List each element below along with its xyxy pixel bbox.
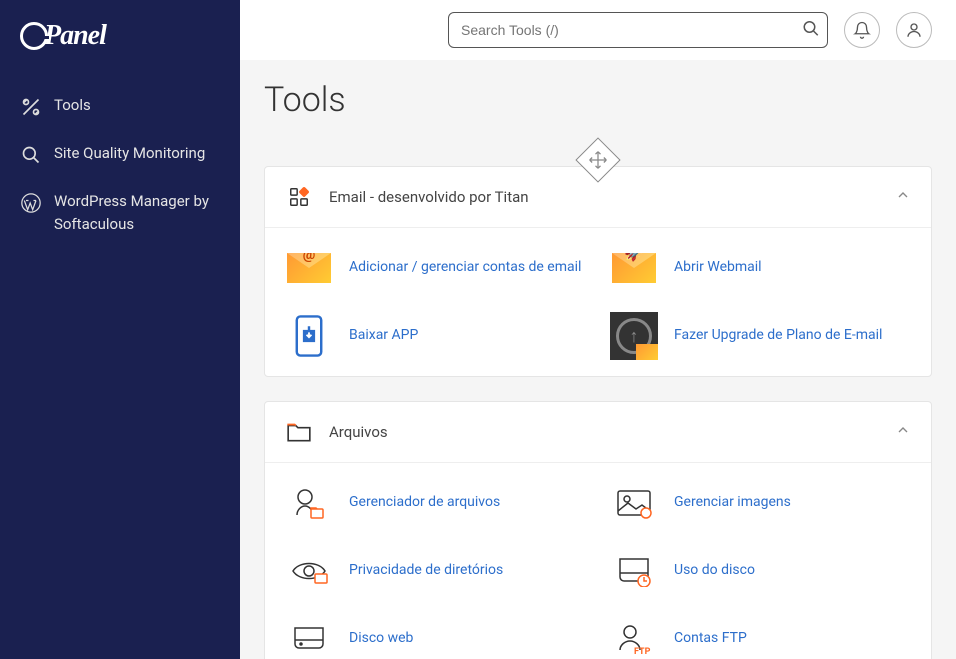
envelope-rocket-icon: 🚀: [610, 244, 658, 292]
tool-web-disk[interactable]: Disco web: [285, 615, 586, 659]
tool-label: Contas FTP: [674, 629, 747, 649]
sidebar-item-tools[interactable]: Tools: [0, 82, 240, 130]
phone-download-icon: [285, 312, 333, 360]
tool-label: Gerenciar imagens: [674, 493, 791, 513]
move-icon: [575, 137, 620, 182]
tool-label: Fazer Upgrade de Plano de E-mail: [674, 326, 882, 346]
magnifier-icon: [20, 144, 42, 166]
search-icon: [802, 20, 820, 38]
bell-icon: [853, 21, 871, 39]
upgrade-icon: ↑: [610, 312, 658, 360]
tool-label: Adicionar / gerenciar contas de email: [349, 258, 581, 278]
sidebar: Panel Tools Site Quality Monitoring Word…: [0, 0, 240, 659]
search-wrapper: [448, 12, 828, 48]
panel-files: Arquivos Gerenciador de arquivos Gerenci: [264, 401, 932, 659]
panel-body-email: @ Adicionar / gerenciar contas de email …: [265, 228, 931, 376]
search-button[interactable]: [802, 20, 820, 41]
chevron-up-icon: [895, 422, 911, 442]
svg-text:FTP: FTP: [634, 647, 651, 656]
file-manager-icon: [285, 479, 333, 527]
tool-manage-images[interactable]: Gerenciar imagens: [610, 479, 911, 527]
web-disk-icon: [285, 615, 333, 659]
tool-label: Privacidade de diretórios: [349, 561, 503, 581]
tools-icon: [20, 96, 42, 118]
panel-title: Email - desenvolvido por Titan: [329, 188, 895, 206]
user-menu-button[interactable]: [896, 12, 932, 48]
disk-usage-icon: [610, 547, 658, 595]
chevron-up-icon: [895, 187, 911, 207]
sidebar-item-label: Site Quality Monitoring: [54, 142, 205, 165]
cpanel-logo[interactable]: Panel: [0, 20, 240, 82]
sidebar-item-site-quality[interactable]: Site Quality Monitoring: [0, 130, 240, 178]
user-icon: [905, 21, 923, 39]
envelope-at-icon: @: [285, 244, 333, 292]
images-icon: [610, 479, 658, 527]
folder-icon: [285, 418, 313, 446]
panel-body-files: Gerenciador de arquivos Gerenciar imagen…: [265, 463, 931, 659]
tool-directory-privacy[interactable]: Privacidade de diretórios: [285, 547, 586, 595]
tool-upgrade-email[interactable]: ↑ Fazer Upgrade de Plano de E-mail: [610, 312, 911, 360]
ftp-accounts-icon: FTP: [610, 615, 658, 659]
sidebar-item-wordpress[interactable]: WordPress Manager by Softaculous: [0, 178, 240, 247]
drag-handle[interactable]: [264, 144, 932, 176]
panel-title: Arquivos: [329, 423, 895, 441]
tool-open-webmail[interactable]: 🚀 Abrir Webmail: [610, 244, 911, 292]
tool-label: Gerenciador de arquivos: [349, 493, 500, 513]
tool-file-manager[interactable]: Gerenciador de arquivos: [285, 479, 586, 527]
tool-ftp-accounts[interactable]: FTP Contas FTP: [610, 615, 911, 659]
tool-label: Uso do disco: [674, 561, 755, 581]
apps-icon: [285, 183, 313, 211]
panel-email: Email - desenvolvido por Titan @ Adicion…: [264, 166, 932, 377]
search-input[interactable]: [448, 12, 828, 48]
sidebar-item-label: Tools: [54, 94, 91, 117]
tool-manage-email[interactable]: @ Adicionar / gerenciar contas de email: [285, 244, 586, 292]
content: Tools Email - desenvolvido por Titan @: [240, 60, 956, 659]
tool-download-app[interactable]: Baixar APP: [285, 312, 586, 360]
panel-header-files[interactable]: Arquivos: [265, 402, 931, 463]
privacy-icon: [285, 547, 333, 595]
tool-label: Baixar APP: [349, 326, 418, 346]
sidebar-item-label: WordPress Manager by Softaculous: [54, 190, 220, 235]
tool-label: Abrir Webmail: [674, 258, 762, 278]
notifications-button[interactable]: [844, 12, 880, 48]
page-title: Tools: [264, 80, 932, 120]
tool-disk-usage[interactable]: Uso do disco: [610, 547, 911, 595]
main: Tools Email - desenvolvido por Titan @: [240, 0, 956, 659]
tool-label: Disco web: [349, 629, 413, 649]
topbar: [240, 0, 956, 60]
wordpress-icon: [20, 192, 42, 214]
